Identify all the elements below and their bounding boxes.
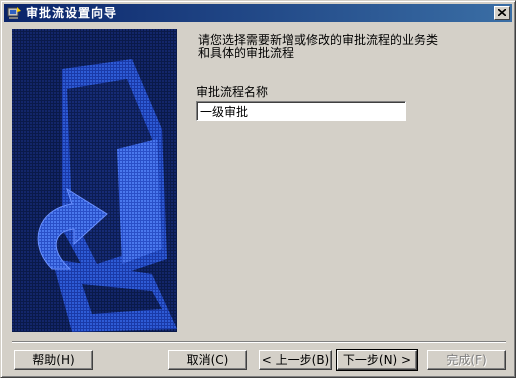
back-button[interactable]: < 上一步(B): [259, 350, 332, 370]
instruction-text: 请您选择需要新增或修改的审批流程的业务类 和具体的审批流程: [198, 34, 498, 60]
finish-button[interactable]: 完成(F): [427, 350, 506, 370]
window-title: 审批流设置向导: [26, 6, 118, 20]
wizard-app-icon: [7, 7, 21, 19]
help-button[interactable]: 帮助(H): [14, 350, 93, 370]
workflow-name-input[interactable]: [196, 101, 406, 121]
close-button[interactable]: [494, 6, 510, 20]
title-bar[interactable]: 审批流设置向导: [4, 4, 512, 22]
button-separator: [12, 341, 506, 343]
close-icon: [498, 9, 506, 16]
cancel-button[interactable]: 取消(C): [168, 350, 247, 370]
wizard-illustration: [12, 29, 177, 332]
next-button[interactable]: 下一步(N) >: [336, 349, 418, 371]
instruction-line-2: 和具体的审批流程: [198, 46, 295, 60]
computer-arrow-illustration: [12, 29, 177, 332]
wizard-window: 审批流设置向导 请您选择需要新增或修改的审批流程的业务类 和具体的审批流程 审批…: [0, 0, 516, 378]
workflow-name-label: 审批流程名称: [196, 85, 269, 99]
